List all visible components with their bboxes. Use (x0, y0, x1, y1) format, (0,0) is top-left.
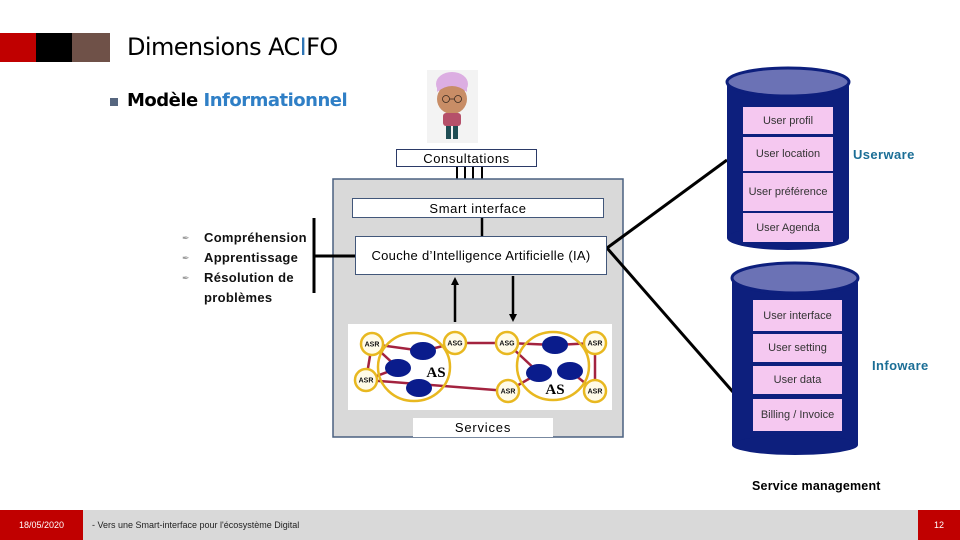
infoware-item: User setting (753, 334, 842, 362)
graph-node-label: ASG (447, 341, 463, 348)
pen-icon: ✒ (182, 233, 190, 243)
graph-node-label: ASR (359, 378, 374, 385)
smart-interface-box: Smart interface (352, 198, 604, 218)
agent-node (406, 379, 432, 397)
graph-node-label: ASR (588, 341, 603, 348)
capabilities-list: ✒ Compréhension ✒ Apprentissage ✒ Résolu… (182, 228, 316, 308)
graph-node-label: ASR (588, 389, 603, 396)
list-item: ✒ Compréhension (182, 228, 316, 248)
footer-text: - Vers une Smart-interface pour l'écosys… (92, 520, 300, 530)
infoware-item: User data (753, 366, 842, 394)
agent-node (557, 362, 583, 380)
agent-node (542, 336, 568, 354)
service-management-label: Service management (752, 479, 881, 493)
ai-layer-box: Couche d’Intelligence Artificielle (IA) (355, 236, 607, 275)
infoware-item: User interface (753, 300, 842, 331)
capability-label: Résolution de problèmes (204, 270, 294, 305)
graph-node-label: ASR (501, 389, 516, 396)
userware-item: User Agenda (743, 213, 833, 242)
userware-item: User profil (743, 107, 833, 134)
agent-node (385, 359, 411, 377)
services-label: Services (413, 418, 553, 437)
agent-node (410, 342, 436, 360)
cylinder-top (730, 261, 860, 295)
consultations-box: Consultations (396, 149, 537, 167)
page-number: 12 (918, 510, 960, 540)
avatar-shirt (443, 113, 461, 126)
graph-node-label: ASR (365, 342, 380, 349)
infoware-item: Billing / Invoice (753, 399, 842, 431)
graph-node-label: ASG (499, 341, 515, 348)
user-avatar-illustration (427, 70, 478, 143)
capability-label: Apprentissage (204, 250, 299, 265)
userware-label: Userware (853, 147, 915, 162)
cylinder-bottom (732, 435, 858, 455)
connector-ai-to-infoware (605, 247, 735, 393)
pen-icon: ✒ (182, 273, 190, 283)
footer: 18/05/2020 - Vers une Smart-interface po… (0, 510, 960, 540)
footer-date: 18/05/2020 (0, 510, 83, 540)
pen-icon: ✒ (182, 253, 190, 263)
capability-label: Compréhension (204, 230, 307, 245)
list-item: ✒ Résolution de problèmes (182, 268, 316, 308)
cluster-label: AS (545, 382, 564, 398)
infoware-label: Infoware (872, 358, 929, 373)
cluster-label: AS (426, 365, 445, 381)
avatar-leg-right (453, 126, 458, 139)
userware-item: User location (743, 137, 833, 171)
list-item: ✒ Apprentissage (182, 248, 316, 268)
userware-item: User préférence (743, 173, 833, 211)
avatar-leg-left (446, 126, 451, 139)
cylinder-top (725, 66, 851, 98)
connector-ai-to-userware (606, 158, 728, 250)
agent-node (526, 364, 552, 382)
